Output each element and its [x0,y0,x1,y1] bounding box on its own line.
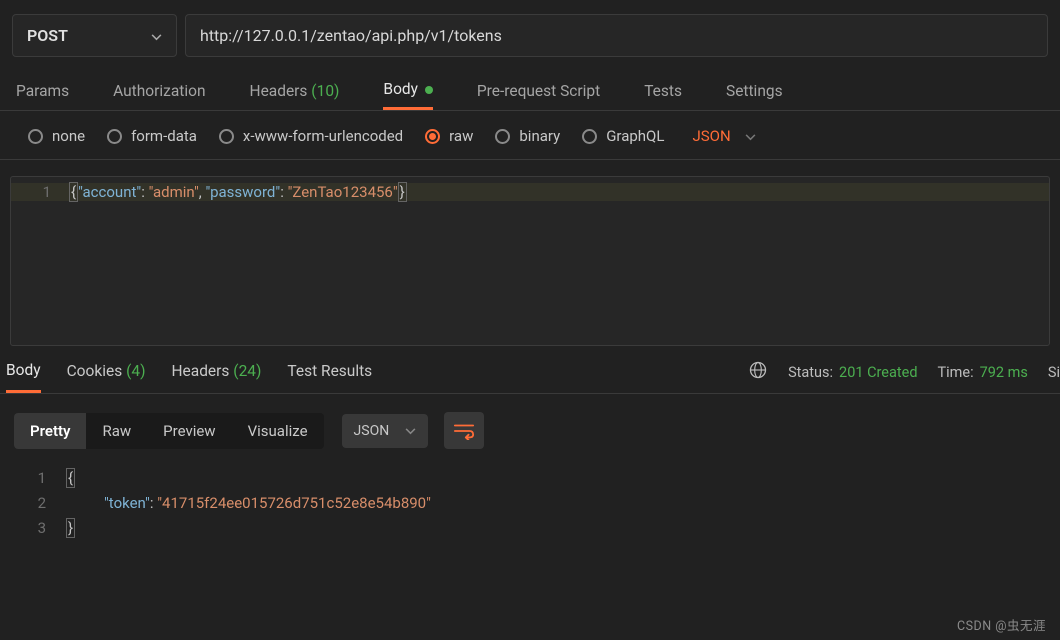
body-type-binary[interactable]: binary [495,127,560,145]
resp-line: 3 } [18,515,1060,540]
response-view-segment: Pretty Raw Preview Visualize [14,413,324,449]
radio-icon [582,129,597,144]
response-toolbar: Pretty Raw Preview Visualize JSON [0,394,1060,459]
headers-count: (10) [311,82,339,100]
radio-icon [107,129,122,144]
body-type-graphql[interactable]: GraphQL [582,127,664,145]
body-type-label: GraphQL [606,127,664,145]
body-type-label: binary [519,127,560,145]
request-body-editor[interactable]: 1 {"account": "admin", "password": "ZenT… [10,176,1050,346]
line-number: 1 [18,469,62,487]
status-pair: Status: 201 Created [788,364,917,381]
tab-body-label: Body [383,80,418,98]
globe-icon[interactable] [748,360,768,384]
cookies-count: (4) [126,362,145,380]
body-type-raw[interactable]: raw [425,127,473,145]
body-type-formdata[interactable]: form-data [107,127,197,145]
radio-icon [219,129,234,144]
response-tab-cookies[interactable]: Cookies (4) [67,362,146,392]
tab-tests[interactable]: Tests [644,82,682,110]
tab-prerequest[interactable]: Pre-request Script [477,82,600,110]
time-value: 792 ms [980,364,1028,381]
view-pretty[interactable]: Pretty [14,413,86,449]
raw-format-select[interactable]: JSON [692,127,755,145]
url-input[interactable] [185,14,1048,57]
time-pair: Time: 792 ms [938,364,1028,381]
tab-headers-label: Headers [250,82,308,100]
tab-settings[interactable]: Settings [726,82,783,110]
raw-format-label: JSON [692,127,730,145]
chevron-down-icon [405,423,416,439]
resp-code: } [62,519,1060,537]
cookies-label: Cookies [67,362,123,380]
status-label: Status: [788,364,833,381]
body-type-xform[interactable]: x-www-form-urlencoded [219,127,403,145]
status-value: 201 Created [839,364,917,381]
method-label: POST [27,26,68,45]
rheaders-label: Headers [171,362,229,380]
chevron-down-icon [151,26,162,45]
size-label-cut: Si [1048,364,1060,381]
line-number: 2 [18,494,62,512]
rheaders-count: (24) [233,362,261,380]
request-tabs: Params Authorization Headers (10) Body P… [0,71,1060,111]
line-number: 1 [11,183,69,201]
wrap-lines-button[interactable] [444,412,484,449]
radio-icon [495,129,510,144]
radio-icon [28,129,43,144]
tab-params[interactable]: Params [16,82,69,110]
view-visualize[interactable]: Visualize [232,413,324,449]
view-preview[interactable]: Preview [147,413,231,449]
radio-selected-icon [425,129,440,144]
watermark: CSDN @虫无涯 [957,615,1046,634]
body-type-label: form-data [131,127,197,145]
request-row: POST [0,0,1060,71]
response-format-label: JSON [354,423,390,439]
response-tab-body[interactable]: Body [6,361,41,393]
resp-code: "token": "41715f24ee015726d751c52e8e54b8… [62,494,1060,512]
line-number: 3 [18,519,62,537]
response-meta: Status: 201 Created Time: 792 ms Si [748,360,1060,384]
response-tab-testresults[interactable]: Test Results [287,362,372,392]
request-body-editor-zone: 1 {"account": "admin", "password": "ZenT… [0,160,1060,346]
view-raw[interactable]: Raw [86,413,147,449]
response-body[interactable]: 1 { 2 "token": "41715f24ee015726d751c52e… [0,459,1060,540]
body-type-none[interactable]: none [28,127,85,145]
tab-body[interactable]: Body [383,80,432,110]
time-label: Time: [938,364,974,381]
tab-authorization[interactable]: Authorization [113,82,205,110]
http-method-select[interactable]: POST [12,14,177,57]
body-type-options: none form-data x-www-form-urlencoded raw… [0,111,1060,160]
body-type-label: none [52,127,85,145]
tab-headers[interactable]: Headers (10) [250,82,340,110]
editor-line: 1 {"account": "admin", "password": "ZenT… [11,183,1049,201]
resp-code: { [62,469,1060,487]
resp-line: 2 "token": "41715f24ee015726d751c52e8e54… [18,490,1060,515]
chevron-down-icon [745,127,756,145]
resp-line: 1 { [18,465,1060,490]
response-format-select[interactable]: JSON [342,414,429,448]
response-tab-headers[interactable]: Headers (24) [171,362,261,392]
body-type-label: x-www-form-urlencoded [243,127,403,145]
response-tabs: Body Cookies (4) Headers (24) Test Resul… [0,346,1060,394]
editor-code: {"account": "admin", "password": "ZenTao… [69,183,1049,201]
body-modified-dot-icon [425,86,433,94]
body-type-label: raw [449,127,473,145]
